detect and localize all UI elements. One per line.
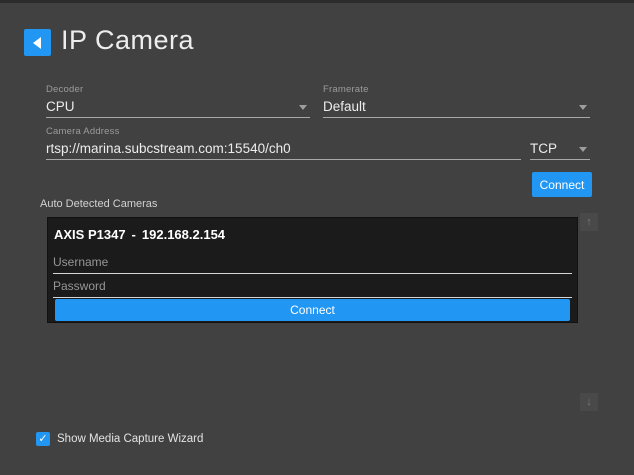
arrow-down-icon: ↓ <box>586 396 592 408</box>
arrow-up-icon: ↑ <box>586 216 592 228</box>
camera-address-input[interactable] <box>46 139 521 159</box>
transport-dropdown[interactable]: TCP <box>530 139 590 160</box>
transport-label-spacer <box>530 126 590 139</box>
connect-button[interactable]: Connect <box>532 172 592 197</box>
camera-address-field: Camera Address <box>46 126 521 160</box>
scroll-up-button[interactable]: ↑ <box>580 213 598 231</box>
detected-camera-card: AXIS P1347-192.168.2.154 Connect <box>47 217 578 323</box>
framerate-field: Framerate Default <box>323 84 590 118</box>
show-wizard-option[interactable]: ✓ Show Media Capture Wizard <box>36 432 203 446</box>
back-button[interactable] <box>24 29 51 56</box>
checkbox-checked-icon[interactable]: ✓ <box>36 432 50 446</box>
camera-address-input-wrap <box>46 139 521 160</box>
camera-connect-button[interactable]: Connect <box>55 299 570 321</box>
decoder-label: Decoder <box>46 84 310 97</box>
decoder-field: Decoder CPU <box>46 84 310 118</box>
framerate-dropdown[interactable]: Default <box>323 97 590 118</box>
back-arrow-icon <box>33 37 41 49</box>
camera-ip: 192.168.2.154 <box>142 227 225 242</box>
chevron-down-icon <box>579 105 587 110</box>
auto-detected-cameras-label: Auto Detected Cameras <box>40 198 157 210</box>
chevron-down-icon <box>299 105 307 110</box>
camera-address-label: Camera Address <box>46 126 521 139</box>
show-wizard-label: Show Media Capture Wizard <box>57 433 203 445</box>
chevron-down-icon <box>579 147 587 152</box>
password-input[interactable] <box>53 275 572 298</box>
decoder-value: CPU <box>46 97 310 117</box>
framerate-label: Framerate <box>323 84 590 97</box>
transport-field: TCP <box>530 126 590 160</box>
page-title: IP Camera <box>61 25 194 56</box>
username-input[interactable] <box>53 251 572 274</box>
detected-camera-title: AXIS P1347-192.168.2.154 <box>48 218 577 244</box>
window-top-edge <box>0 0 634 3</box>
decoder-dropdown[interactable]: CPU <box>46 97 310 118</box>
camera-title-separator: - <box>132 227 136 242</box>
scroll-down-button[interactable]: ↓ <box>580 393 598 411</box>
framerate-value: Default <box>323 97 590 117</box>
camera-model: AXIS P1347 <box>54 227 126 242</box>
